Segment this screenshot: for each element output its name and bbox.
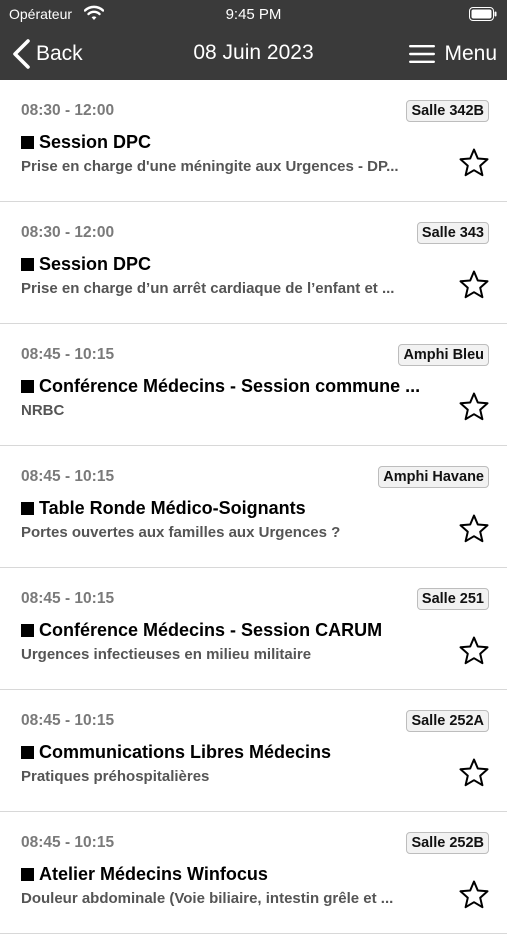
square-bullet-icon (21, 136, 34, 149)
session-title: Conférence Médecins - Session commune ..… (21, 376, 437, 397)
session-row[interactable]: 08:45 - 10:15 Salle 252A Communications … (0, 690, 507, 812)
session-title-text: Conférence Médecins - Session CARUM (39, 620, 383, 640)
session-row[interactable]: 08:45 - 10:15 Salle 251 Conférence Médec… (0, 568, 507, 690)
session-title: Atelier Médecins Winfocus (21, 864, 437, 885)
session-title-text: Session DPC (39, 132, 152, 152)
battery-icon (469, 7, 497, 21)
chevron-left-icon (13, 39, 30, 69)
session-title-text: Conférence Médecins - Session commune ..… (39, 376, 421, 396)
session-time: 08:45 - 10:15 (21, 590, 115, 607)
session-title-text: Session DPC (39, 254, 152, 274)
session-title-text: Table Ronde Médico-Soignants (39, 498, 306, 518)
back-label: Back (36, 42, 83, 65)
session-time: 08:45 - 10:15 (21, 346, 115, 363)
session-row[interactable]: 08:30 - 12:00 Salle 343 Session DPC Pris… (0, 202, 507, 324)
session-title: Communications Libres Médecins (21, 742, 437, 763)
square-bullet-icon (21, 258, 34, 271)
session-row[interactable]: 08:45 - 10:15 Amphi Bleu Conférence Méde… (0, 324, 507, 446)
menu-button[interactable]: Menu (409, 36, 497, 72)
session-subtitle: Portes ouvertes aux familles aux Urgence… (21, 524, 341, 541)
session-time: 08:45 - 10:15 (21, 834, 115, 851)
hamburger-icon (409, 45, 436, 63)
session-row[interactable]: 08:45 - 10:15 Amphi Havane Table Ronde M… (0, 446, 507, 568)
session-title: Session DPC (21, 132, 437, 153)
session-subtitle: Pratiques préhospitalières (21, 768, 210, 785)
square-bullet-icon (21, 868, 34, 881)
status-bar: Opérateur 9:45 PM (0, 0, 507, 28)
session-time: 08:45 - 10:15 (21, 712, 115, 729)
session-list: 08:30 - 12:00 Salle 342B Session DPC Pri… (0, 80, 507, 934)
session-title: Conférence Médecins - Session CARUM (21, 620, 437, 641)
star-icon[interactable] (458, 635, 490, 667)
room-badge: Salle 251 (416, 588, 489, 610)
session-row[interactable]: 08:30 - 12:00 Salle 342B Session DPC Pri… (0, 80, 507, 202)
star-icon[interactable] (458, 879, 490, 911)
session-row[interactable]: 08:45 - 10:15 Salle 252B Atelier Médecin… (0, 812, 507, 934)
room-badge: Salle 343 (416, 222, 489, 244)
session-subtitle: Prise en charge d'une méningite aux Urge… (21, 158, 399, 175)
back-button[interactable]: Back (10, 36, 83, 72)
session-title: Session DPC (21, 254, 437, 275)
session-title-text: Atelier Médecins Winfocus (39, 864, 268, 884)
room-badge: Amphi Bleu (398, 344, 489, 366)
room-badge: Salle 252A (406, 710, 489, 732)
room-badge: Salle 252B (406, 832, 489, 854)
star-icon[interactable] (458, 513, 490, 545)
session-subtitle: NRBC (21, 402, 65, 419)
session-time: 08:30 - 12:00 (21, 224, 115, 241)
session-title: Table Ronde Médico-Soignants (21, 498, 437, 519)
square-bullet-icon (21, 746, 34, 759)
star-icon[interactable] (458, 757, 490, 789)
session-time: 08:45 - 10:15 (21, 468, 115, 485)
star-icon[interactable] (458, 269, 490, 301)
session-subtitle: Urgences infectieuses en milieu militair… (21, 646, 312, 663)
room-badge: Amphi Havane (378, 466, 489, 488)
room-badge: Salle 342B (406, 100, 489, 122)
session-subtitle: Prise en charge d’un arrêt cardiaque de … (21, 280, 395, 297)
clock: 9:45 PM (225, 6, 282, 23)
nav-bar: Back 08 Juin 2023 Menu (0, 28, 507, 80)
star-icon[interactable] (458, 391, 490, 423)
star-icon[interactable] (458, 147, 490, 179)
square-bullet-icon (21, 502, 34, 515)
session-title-text: Communications Libres Médecins (39, 742, 332, 762)
session-time: 08:30 - 12:00 (21, 102, 115, 119)
session-subtitle: Douleur abdominale (Voie biliaire, intes… (21, 890, 394, 907)
square-bullet-icon (21, 380, 34, 393)
square-bullet-icon (21, 624, 34, 637)
menu-label: Menu (444, 42, 497, 65)
